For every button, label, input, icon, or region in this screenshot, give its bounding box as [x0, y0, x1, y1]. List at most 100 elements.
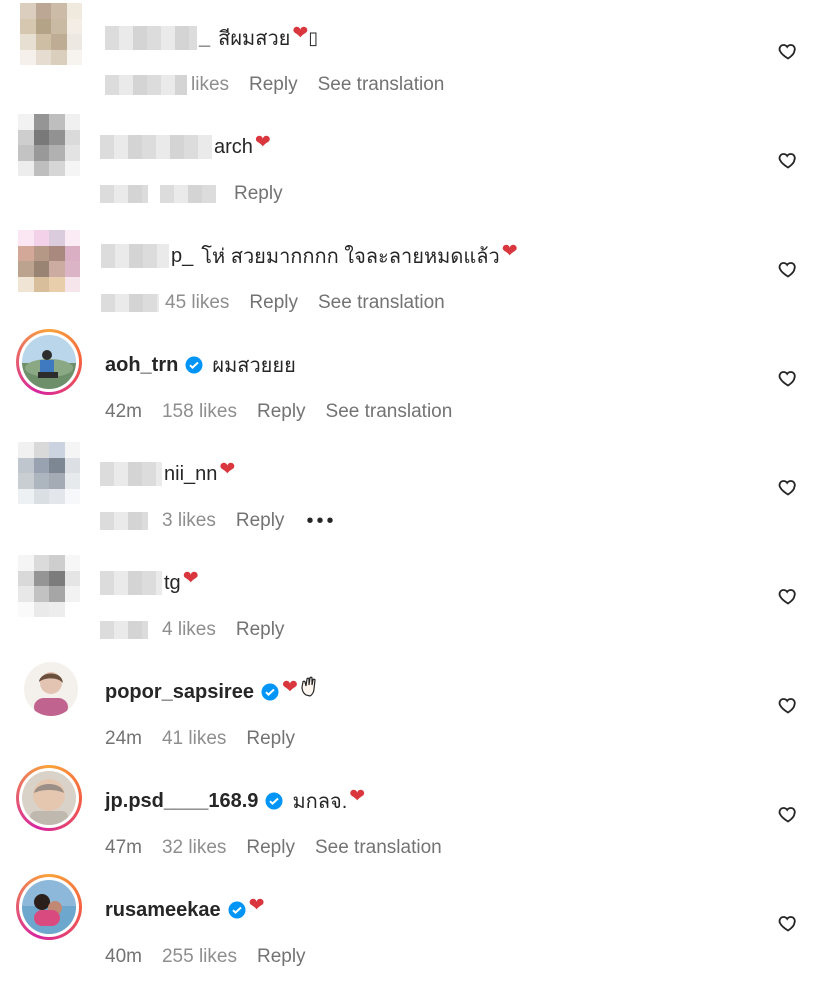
heart-outline-icon[interactable] — [778, 695, 798, 715]
username[interactable]: arch — [214, 136, 253, 159]
blurred-time — [100, 185, 148, 203]
likes-count[interactable]: 3 likes — [162, 510, 216, 532]
likes-count[interactable]: 255 likes — [162, 946, 237, 968]
heart-outline-icon[interactable] — [778, 913, 798, 933]
emoji-box-icon: ▯ — [308, 27, 319, 48]
username[interactable]: popor_sapsiree — [105, 681, 254, 704]
comment-item: rusameekae ❤ 40m 255 likes Reply — [0, 872, 820, 972]
comment-header: arch ❤ — [100, 132, 271, 162]
waving-hand-emoji-icon — [300, 675, 320, 703]
comment-meta: 3 likes Reply ••• — [100, 508, 356, 534]
verified-badge-icon — [264, 791, 284, 811]
avatar-image — [20, 3, 82, 65]
comment-header: p_ โห่ สวยมากกกก ใจละลายหมดแล้ว ❤ — [101, 241, 518, 271]
heart-outline-icon[interactable] — [778, 41, 798, 61]
avatar[interactable] — [16, 220, 82, 292]
comment-item: arch ❤ Reply — [0, 109, 820, 209]
blurred-time — [100, 512, 148, 530]
comment-meta: 24m 41 likes Reply — [105, 726, 315, 752]
username[interactable]: tg — [164, 572, 181, 595]
comment-item: p_ โห่ สวยมากกกก ใจละลายหมดแล้ว ❤ 45 lik… — [0, 218, 820, 318]
avatar[interactable] — [16, 438, 82, 504]
likes-count[interactable]: 4 likes — [162, 619, 216, 641]
heart-outline-icon[interactable] — [778, 477, 798, 497]
reply-button[interactable]: Reply — [246, 728, 295, 750]
likes-count[interactable]: 32 likes — [162, 837, 226, 859]
comment-item: tg ❤ 4 likes Reply — [0, 545, 820, 645]
see-translation-button[interactable]: See translation — [318, 292, 445, 314]
reply-button[interactable]: Reply — [257, 946, 306, 968]
reply-button[interactable]: Reply — [236, 619, 285, 641]
comment-item: popor_sapsiree ❤ 24m 41 likes Reply — [0, 654, 820, 754]
likes-count[interactable]: 158 likes — [162, 401, 237, 423]
red-heart-emoji-icon: ❤ — [248, 894, 265, 916]
avatar[interactable] — [16, 329, 82, 395]
see-translation-button[interactable]: See translation — [315, 837, 442, 859]
blurred-time — [100, 621, 148, 639]
comment-item: jp.psd____168.9 มกลจ. ❤ 47m 32 likes Rep… — [0, 763, 820, 863]
reply-button[interactable]: Reply — [236, 510, 285, 532]
verified-badge-icon — [184, 355, 204, 375]
username[interactable]: _ — [199, 27, 210, 50]
red-heart-emoji-icon: ❤ — [281, 676, 298, 698]
avatar[interactable] — [16, 2, 82, 68]
comment-text: ผมสวยยย — [212, 355, 296, 377]
verified-badge-icon — [260, 682, 280, 702]
avatar-image — [22, 335, 76, 389]
likes-count[interactable]: 45 likes — [165, 292, 229, 314]
avatar-image — [18, 230, 80, 292]
heart-outline-icon[interactable] — [778, 368, 798, 388]
comment-meta: 42m 158 likes Reply See translation — [105, 399, 472, 425]
reply-button[interactable]: Reply — [234, 183, 283, 205]
avatar-image — [18, 555, 80, 617]
comment-meta: 45 likes Reply See translation — [101, 290, 465, 316]
reply-button[interactable]: Reply — [249, 74, 298, 96]
heart-outline-icon[interactable] — [778, 586, 798, 606]
red-heart-emoji-icon: ❤ — [219, 458, 236, 480]
avatar[interactable] — [16, 874, 82, 940]
comment-meta: likes Reply See translation — [105, 72, 464, 98]
username[interactable]: p_ — [171, 245, 193, 268]
reply-button[interactable]: Reply — [249, 292, 298, 314]
likes-count[interactable]: 41 likes — [162, 728, 226, 750]
blurred-username — [100, 135, 212, 159]
reply-button[interactable]: Reply — [246, 837, 295, 859]
comments-list: _ สีผมสวย ❤ ▯ likes Reply See translation… — [0, 0, 820, 996]
username[interactable]: rusameekae — [105, 899, 221, 922]
likes-count[interactable]: likes — [191, 74, 229, 96]
avatar[interactable] — [16, 547, 82, 617]
username[interactable]: aoh_trn — [105, 354, 178, 377]
comment-header: rusameekae ❤ — [105, 895, 265, 925]
comment-header: nii_nn ❤ — [100, 459, 235, 489]
red-heart-emoji-icon: ❤ — [501, 240, 518, 262]
comment-text: สีผมสวย — [218, 28, 291, 50]
comment-text: โห่ สวยมากกกก ใจละลายหมดแล้ว — [201, 246, 500, 268]
comment-meta: 4 likes Reply — [100, 617, 304, 643]
avatar-image — [22, 880, 76, 934]
avatar[interactable] — [16, 111, 82, 177]
comment-header: popor_sapsiree ❤ — [105, 677, 320, 707]
blurred-username — [105, 26, 197, 50]
username[interactable]: nii_nn — [164, 463, 217, 486]
heart-outline-icon[interactable] — [778, 259, 798, 279]
more-options-icon[interactable]: ••• — [306, 510, 336, 533]
avatar[interactable] — [16, 765, 82, 831]
see-translation-button[interactable]: See translation — [326, 401, 453, 423]
comment-meta: 47m 32 likes Reply See translation — [105, 835, 462, 861]
blurred-time — [105, 75, 187, 95]
see-translation-button[interactable]: See translation — [318, 74, 445, 96]
avatar-image — [22, 771, 76, 825]
comment-item: aoh_trn ผมสวยยย 42m 158 likes Reply See … — [0, 327, 820, 427]
comment-text: มกลจ. — [292, 791, 348, 813]
heart-outline-icon[interactable] — [778, 150, 798, 170]
heart-outline-icon[interactable] — [778, 804, 798, 824]
username[interactable]: jp.psd____168.9 — [105, 790, 258, 813]
comment-header: aoh_trn ผมสวยยย — [105, 350, 296, 380]
avatar-image — [18, 114, 80, 176]
blurred-username — [101, 244, 169, 268]
comment-item: nii_nn ❤ 3 likes Reply ••• — [0, 436, 820, 536]
reply-button[interactable]: Reply — [257, 401, 306, 423]
time-ago: 24m — [105, 728, 142, 749]
avatar[interactable] — [16, 656, 82, 722]
blurred-username — [100, 462, 162, 486]
